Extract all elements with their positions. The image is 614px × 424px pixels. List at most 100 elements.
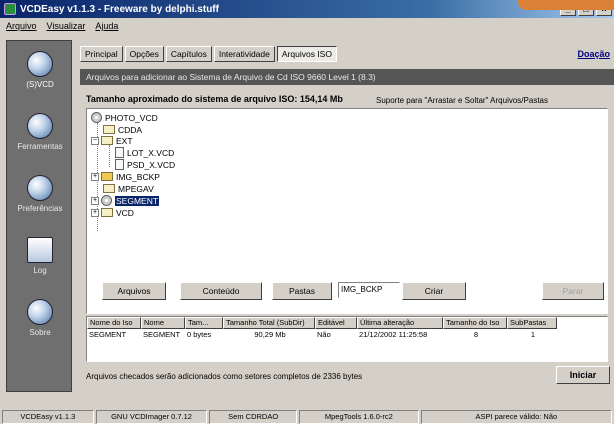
menu-visualizar[interactable]: Visualizar (47, 21, 86, 31)
list-header: Nome do Iso Nome Tam... Tamanho Total (S… (87, 317, 607, 329)
status-mpegtools: MpegTools 1.6.0-rc2 (299, 410, 419, 424)
table-cell: SEGMENT (89, 330, 127, 339)
tree-node-label: MPEGAV (118, 183, 154, 194)
disc-icon (101, 195, 112, 206)
criar-button[interactable]: Criar (402, 282, 466, 300)
tree-node-label: SEGMENT (115, 195, 160, 206)
expand-toggle[interactable]: + (91, 208, 99, 217)
tree-node[interactable]: + IMG_BCKP (91, 171, 160, 182)
app-icon (4, 3, 16, 15)
window-title: VCDEasy v1.1.3 - Freeware by delphi.stuf… (20, 3, 219, 15)
tree-node[interactable]: − EXT (91, 135, 133, 146)
app-window: VCDEasy v1.1.3 - Freeware by delphi.stuf… (0, 0, 614, 424)
pastas-button[interactable]: Pastas (272, 282, 332, 300)
sidebar-item-sobre[interactable]: Sobre (7, 299, 73, 337)
tab-bar: Principal Opções Capítulos Interatividad… (80, 46, 337, 62)
expand-toggle[interactable]: + (91, 172, 99, 181)
drag-drop-hint: Suporte para "Arrastar e Soltar" Arquivo… (376, 96, 548, 105)
tree-node[interactable]: CDDA (103, 124, 142, 135)
tab-arquivos-iso[interactable]: Arquivos ISO (276, 46, 337, 62)
disc-icon (27, 51, 53, 77)
disc-icon (91, 112, 102, 123)
sidebar-item-log[interactable]: Log (7, 237, 73, 275)
action-bar: Arquivos Conteúdo Pastas IMG_BCKP Criar … (86, 282, 608, 304)
menu-ajuda[interactable]: Ajuda (95, 21, 118, 31)
sidebar-item-label: Ferramentas (17, 142, 63, 151)
tree-node[interactable]: LOT_X.VCD (115, 147, 174, 158)
sidebar: (S)VCD Ferramentas Preferências Log Sobr… (6, 40, 72, 392)
sidebar-item-label: Preferências (17, 204, 63, 213)
tree-node-selected[interactable]: + SEGMENT (91, 195, 160, 206)
tab-principal[interactable]: Principal (80, 46, 123, 62)
status-bar: VCDEasy v1.1.3 GNU VCDImager 0.7.12 Sem … (0, 410, 614, 424)
log-icon (27, 237, 53, 263)
tree-node[interactable]: MPEGAV (103, 183, 154, 194)
table-cell: SEGMENT (143, 330, 181, 339)
column-header[interactable]: Editável (315, 317, 357, 329)
sidebar-item-ferramentas[interactable]: Ferramentas (7, 113, 73, 151)
tree-node-label: IMG_BCKP (116, 171, 160, 182)
folder-name-input[interactable]: IMG_BCKP (338, 282, 400, 298)
sidebar-item-preferencias[interactable]: Preferências (7, 175, 73, 213)
folder-icon (103, 184, 115, 193)
table-row[interactable]: SEGMENT SEGMENT 0 bytes 90,29 Mb Não 21/… (87, 329, 607, 340)
info-icon (27, 299, 53, 325)
status-version: VCDEasy v1.1.3 (2, 410, 94, 424)
tab-capitulos[interactable]: Capítulos (165, 46, 212, 62)
table-cell: 90,29 Mb (254, 330, 286, 339)
main-panel: Principal Opções Capítulos Interatividad… (80, 40, 614, 392)
folder-icon (101, 136, 113, 145)
tree-node[interactable]: PSD_X.VCD (115, 159, 175, 170)
file-icon (115, 159, 124, 170)
table-cell: 0 bytes (187, 330, 212, 339)
menu-bar: Arquivo Visualizar Ajuda (0, 18, 614, 34)
tree-node[interactable]: PHOTO_VCD (91, 112, 158, 123)
expand-toggle[interactable]: + (91, 196, 99, 205)
tree-node-label: EXT (116, 135, 133, 146)
column-header[interactable]: Tam... (185, 317, 223, 329)
iso-list[interactable]: Nome do Iso Nome Tam... Tamanho Total (S… (86, 316, 608, 362)
sidebar-item-label: Log (33, 266, 47, 275)
table-cell: 21/12/2002 11:25:58 (359, 330, 428, 339)
tree-node[interactable]: + VCD (91, 207, 134, 218)
column-header[interactable]: SubPastas (507, 317, 557, 329)
parar-button[interactable]: Parar (542, 282, 604, 300)
table-cell: Não (317, 330, 331, 339)
sidebar-item-label: (S)VCD (26, 80, 54, 89)
tools-icon (27, 113, 53, 139)
conteudo-button[interactable]: Conteúdo (180, 282, 262, 300)
tree-node-label: VCD (116, 207, 134, 218)
tab-interatividade[interactable]: Interatividade (213, 46, 275, 62)
tab-opcoes[interactable]: Opções (124, 46, 164, 62)
preferences-icon (27, 175, 53, 201)
folder-icon (103, 125, 115, 134)
corner-decoration (518, 0, 614, 10)
column-header[interactable]: Tamanho Total (SubDir) (223, 317, 315, 329)
tree-node-label: PHOTO_VCD (105, 112, 158, 123)
sidebar-item-label: Sobre (29, 328, 51, 337)
folder-icon (101, 208, 113, 217)
iso-size-label: Tamanho aproximado do sistema de arquivo… (86, 94, 343, 104)
column-header[interactable]: Nome (141, 317, 185, 329)
arquivos-button[interactable]: Arquivos (102, 282, 166, 300)
sidebar-item-svcd[interactable]: (S)VCD (7, 51, 73, 89)
column-header[interactable]: Nome do Iso (87, 317, 141, 329)
collapse-toggle[interactable]: − (91, 136, 99, 145)
tree-node-label: LOT_X.VCD (127, 147, 175, 158)
tree-node-label: CDDA (118, 124, 143, 135)
file-icon (115, 147, 124, 158)
donate-link[interactable]: Doação (577, 49, 610, 59)
status-cdrdao: Sem CDRDAO (209, 410, 298, 424)
table-cell: 8 (473, 330, 479, 339)
sector-note: Arquivos checados serão adicionados como… (86, 372, 363, 381)
table-cell: 1 (530, 330, 536, 339)
iniciar-button[interactable]: Iniciar (556, 366, 610, 384)
status-aspi: ASPI parece válido: Não (420, 410, 612, 424)
column-header[interactable]: Última alteração (357, 317, 443, 329)
status-vcdimager: GNU VCDImager 0.7.12 (95, 410, 208, 424)
tree-node-label: PSD_X.VCD (127, 159, 176, 170)
section-header: Arquivos para adicionar ao Sistema de Ar… (80, 69, 614, 85)
folder-icon (101, 172, 113, 181)
menu-arquivo[interactable]: Arquivo (6, 21, 37, 31)
column-header[interactable]: Tamanho do Iso (443, 317, 507, 329)
